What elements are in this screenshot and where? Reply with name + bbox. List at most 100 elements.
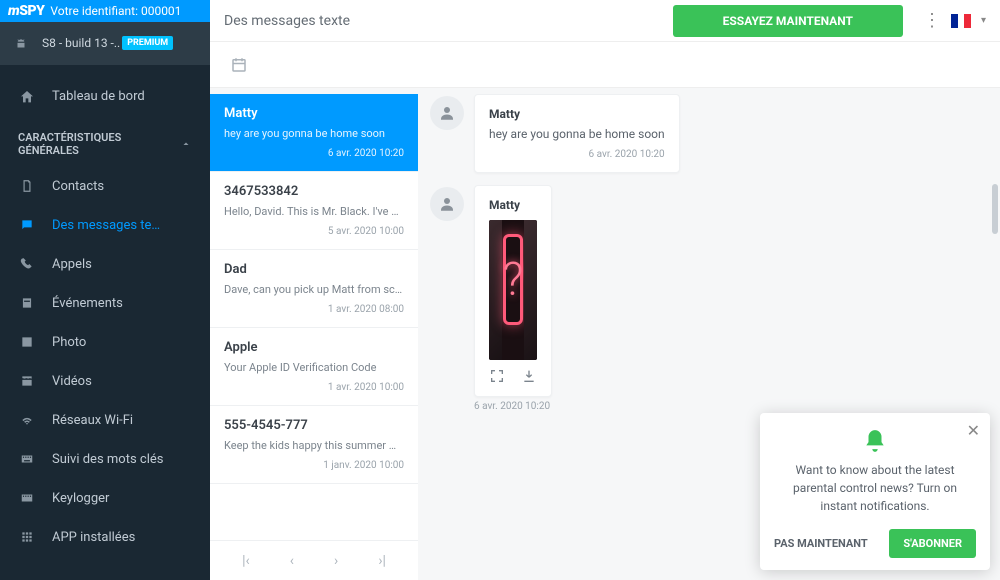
- nav-keylogger[interactable]: Keylogger: [0, 479, 210, 518]
- nav-calls[interactable]: Appels: [0, 245, 210, 284]
- conversation-item[interactable]: Apple Your Apple ID Verification Code 1 …: [210, 328, 418, 406]
- expand-icon[interactable]: [489, 368, 505, 384]
- date-filter-row: [210, 42, 1000, 88]
- page-first-button[interactable]: |‹: [234, 549, 258, 573]
- nav-contacts-label: Contacts: [52, 179, 104, 194]
- keyboard-icon: [18, 452, 36, 467]
- page-prev-button[interactable]: ‹: [282, 549, 302, 573]
- calendar-icon: [18, 296, 36, 311]
- message-sender: Matty: [489, 107, 665, 121]
- nav-wifi-label: Réseaux Wi-Fi: [52, 413, 133, 428]
- nav-dashboard-label: Tableau de bord: [52, 89, 145, 104]
- nav-keywords-label: Suivi des mots clés: [52, 452, 163, 467]
- nav-sms-label: Des messages te…: [52, 218, 160, 233]
- bell-icon: [774, 425, 976, 455]
- notification-popup: ✕ Want to know about the latest parental…: [760, 413, 990, 570]
- conversation-list: Matty hey are you gonna be home soon 6 a…: [210, 94, 418, 580]
- conversation-name: Apple: [224, 340, 404, 355]
- nav-sms[interactable]: Des messages te…: [0, 206, 210, 245]
- conversation-name: 3467533842: [224, 184, 404, 199]
- nav-events-label: Événements: [52, 296, 123, 311]
- download-icon[interactable]: [521, 368, 537, 384]
- image-icon: [18, 335, 36, 350]
- message-row-in: Matty hey are you gonna be home soon 6 a…: [430, 94, 990, 173]
- close-icon[interactable]: ✕: [967, 421, 980, 440]
- conversation-preview: Keep the kids happy this summer with ...: [224, 439, 404, 452]
- device-selector[interactable]: S8 - build 13 -.. PREMIUM: [0, 22, 210, 65]
- conversation-item[interactable]: 3467533842 Hello, David. This is Mr. Bla…: [210, 172, 418, 250]
- premium-badge: PREMIUM: [122, 36, 173, 50]
- message-sender: Matty: [489, 198, 537, 212]
- clipboard-icon: [18, 179, 36, 194]
- logo: mSPY: [8, 3, 44, 19]
- question-mark-icon: ?: [503, 253, 524, 307]
- conversation-preview: Your Apple ID Verification Code: [224, 361, 404, 374]
- phone-icon: [18, 257, 36, 272]
- conversation-preview: hey are you gonna be home soon: [224, 127, 404, 140]
- more-icon[interactable]: ⋮: [923, 10, 941, 31]
- conversation-time: 6 avr. 2020 10:20: [224, 148, 404, 159]
- nav-photo[interactable]: Photo: [0, 323, 210, 362]
- flag-fr-icon[interactable]: [951, 14, 971, 28]
- conversation-scroll[interactable]: Matty hey are you gonna be home soon 6 a…: [210, 94, 418, 540]
- conversation-time: 1 avr. 2020 08:00: [224, 304, 404, 315]
- message-time: 6 avr. 2020 10:20: [474, 401, 550, 412]
- avatar: [430, 187, 464, 221]
- page-next-button[interactable]: ›: [326, 549, 346, 573]
- chevron-up-icon: [180, 137, 192, 150]
- device-name: S8 - build 13 -..: [42, 36, 120, 50]
- message-bubble-media: Matty ?: [474, 185, 552, 397]
- nav-section-general-label: CARACTÉRISTIQUES GÉNÉRALES: [18, 131, 180, 157]
- scrollbar[interactable]: [992, 184, 998, 570]
- nav: Tableau de bord CARACTÉRISTIQUES GÉNÉRAL…: [0, 65, 210, 580]
- nav-photo-label: Photo: [52, 335, 86, 350]
- conversation-name: Dad: [224, 262, 404, 277]
- message-body: hey are you gonna be home soon: [489, 127, 665, 141]
- nav-events[interactable]: Événements: [0, 284, 210, 323]
- nav-apps-label: APP installées: [52, 530, 135, 545]
- page-last-button[interactable]: ›|: [370, 549, 394, 573]
- nav-contacts[interactable]: Contacts: [0, 167, 210, 206]
- conversation-time: 1 avr. 2020 10:00: [224, 382, 404, 393]
- nav-videos[interactable]: Vidéos: [0, 362, 210, 401]
- conversation-time: 5 avr. 2020 10:00: [224, 226, 404, 237]
- message-row-in: Matty ? 6 avr. 2020 10:20: [430, 185, 990, 412]
- nav-wifi[interactable]: Réseaux Wi-Fi: [0, 401, 210, 440]
- try-now-button[interactable]: ESSAYEZ MAINTENANT: [673, 5, 903, 37]
- nav-videos-label: Vidéos: [52, 374, 92, 389]
- message-icon: [18, 218, 36, 233]
- android-icon: [14, 36, 28, 51]
- chevron-down-icon[interactable]: ▾: [981, 15, 986, 26]
- message-bubble-in: Matty hey are you gonna be home soon 6 a…: [474, 94, 680, 173]
- nav-dashboard[interactable]: Tableau de bord: [0, 77, 210, 117]
- conversation-item[interactable]: 555-4545-777 Keep the kids happy this su…: [210, 406, 418, 484]
- nav-calls-label: Appels: [52, 257, 92, 272]
- conversation-name: Matty: [224, 106, 404, 121]
- nav-keywords[interactable]: Suivi des mots clés: [0, 440, 210, 479]
- home-icon: [18, 89, 36, 105]
- conversation-item[interactable]: Matty hey are you gonna be home soon 6 a…: [210, 94, 418, 172]
- calendar-icon[interactable]: [230, 54, 248, 75]
- message-time: 6 avr. 2020 10:20: [489, 149, 665, 160]
- pagination: |‹ ‹ › ›|: [210, 540, 418, 580]
- brand-bar: mSPY Votre identifiant: 000001: [0, 0, 210, 22]
- notification-text: Want to know about the latest parental c…: [774, 461, 976, 515]
- nav-apps[interactable]: APP installées: [0, 518, 210, 557]
- keyboard2-icon: [18, 491, 36, 506]
- conversation-name: 555-4545-777: [224, 418, 404, 433]
- topbar: Des messages texte ESSAYEZ MAINTENANT ⋮ …: [210, 0, 1000, 42]
- conversation-preview: Hello, David. This is Mr. Black. I've no…: [224, 205, 404, 218]
- page-title: Des messages texte: [224, 13, 350, 29]
- wifi-icon: [18, 413, 36, 428]
- sidebar: mSPY Votre identifiant: 000001 S8 - buil…: [0, 0, 210, 580]
- not-now-button[interactable]: PAS MAINTENANT: [774, 537, 868, 550]
- conversation-preview: Dave, can you pick up Matt from schoo...: [224, 283, 404, 296]
- avatar: [430, 96, 464, 130]
- message-image[interactable]: ?: [489, 220, 537, 360]
- nav-section-general[interactable]: CARACTÉRISTIQUES GÉNÉRALES: [0, 117, 210, 167]
- apps-icon: [18, 530, 36, 545]
- conversation-item[interactable]: Dad Dave, can you pick up Matt from scho…: [210, 250, 418, 328]
- user-identifier: Votre identifiant: 000001: [50, 4, 181, 18]
- conversation-time: 1 janv. 2020 10:00: [224, 460, 404, 471]
- subscribe-button[interactable]: S'ABONNER: [889, 529, 976, 558]
